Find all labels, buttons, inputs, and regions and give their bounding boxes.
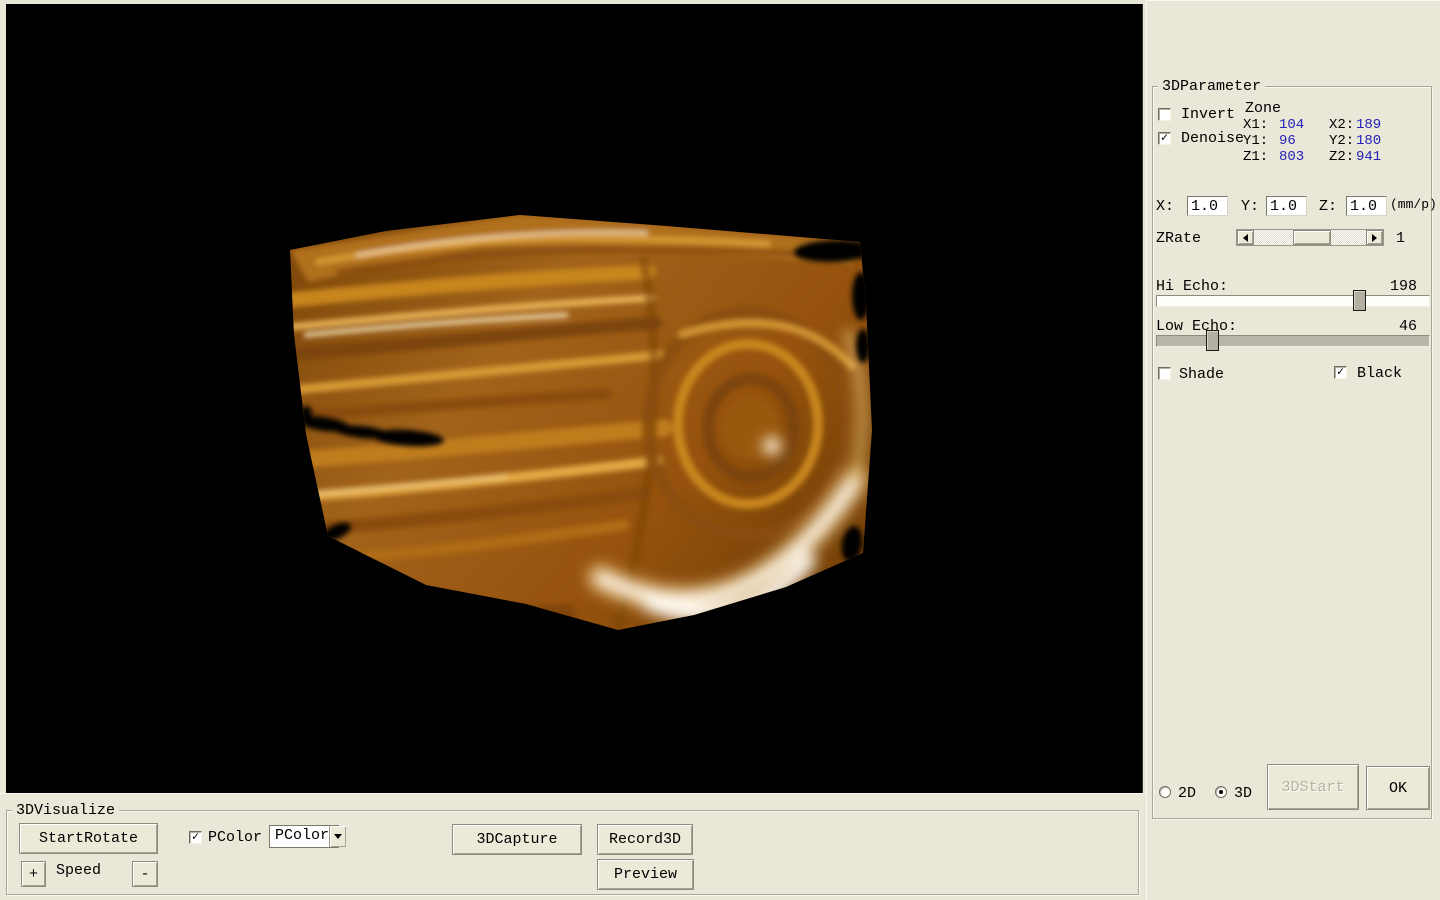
parameter-panel: 3DParameter Invert ✓ Denoise Zone X1: 10… <box>1146 0 1440 900</box>
zrate-scroll-right-button[interactable] <box>1366 230 1383 245</box>
low-echo-slider[interactable] <box>1156 335 1430 347</box>
3dstart-button[interactable]: 3DStart <box>1267 764 1359 810</box>
zrate-scrollbar-thumb[interactable] <box>1293 230 1331 245</box>
denoise-checkbox[interactable]: ✓ <box>1158 132 1171 145</box>
mode-2d-radio[interactable] <box>1159 786 1171 798</box>
pcolor-checkbox[interactable]: ✓ <box>189 831 202 844</box>
hi-echo-label: Hi Echo: <box>1156 278 1228 295</box>
black-checkbox[interactable]: ✓ <box>1334 366 1347 379</box>
3dvisualize-groupbox: 3DVisualize StartRotate ✓ PColor PColor … <box>6 810 1139 895</box>
check-icon: ✓ <box>1161 132 1168 144</box>
record3d-button[interactable]: Record3D <box>597 824 693 855</box>
zrate-label: ZRate <box>1156 230 1201 247</box>
zone-x1-label: X1: <box>1243 117 1268 133</box>
hi-echo-slider[interactable] <box>1156 295 1430 307</box>
ok-button[interactable]: OK <box>1366 766 1430 810</box>
arrow-right-icon <box>1372 234 1381 242</box>
invert-checkbox[interactable] <box>1158 108 1171 121</box>
radio-dot-icon <box>1219 790 1223 794</box>
pcolor-dropdown-value: PColor <box>270 826 329 847</box>
invert-label: Invert <box>1181 106 1235 123</box>
pcolor-dropdown[interactable]: PColor <box>269 825 339 848</box>
low-echo-slider-thumb[interactable] <box>1206 330 1219 351</box>
check-icon: ✓ <box>192 831 199 843</box>
speed-minus-button[interactable]: - <box>132 861 158 887</box>
zone-z1-value: 803 <box>1279 149 1304 165</box>
app-window: 3DParameter Invert ✓ Denoise Zone X1: 10… <box>0 0 1440 900</box>
arrow-left-icon <box>1239 234 1248 242</box>
zone-y2-label: Y2: <box>1329 133 1354 149</box>
3dcapture-button[interactable]: 3DCapture <box>452 824 582 855</box>
start-rotate-button[interactable]: StartRotate <box>19 823 158 854</box>
zone-z2-label: Z2: <box>1329 149 1354 165</box>
speed-label: Speed <box>56 862 101 879</box>
3d-viewport[interactable] <box>6 4 1143 793</box>
y-scale-input[interactable] <box>1266 196 1307 216</box>
z-scale-label: Z: <box>1319 198 1337 215</box>
zrate-scrollbar[interactable] <box>1236 229 1384 246</box>
mode-3d-radio[interactable] <box>1215 786 1227 798</box>
low-echo-label: Low Echo: <box>1156 318 1237 335</box>
3dparameter-groupbox: 3DParameter Invert ✓ Denoise Zone X1: 10… <box>1152 86 1432 819</box>
mode-2d-label: 2D <box>1178 785 1196 802</box>
zrate-value: 1 <box>1396 230 1405 247</box>
zone-label: Zone <box>1245 100 1281 117</box>
pcolor-label: PColor <box>208 829 262 846</box>
x-scale-label: X: <box>1156 198 1174 215</box>
zone-y2-value: 180 <box>1356 133 1381 149</box>
mode-3d-label: 3D <box>1234 785 1252 802</box>
volume-render-3d <box>6 4 1143 793</box>
hi-echo-value: 198 <box>1390 278 1417 295</box>
pcolor-dropdown-button[interactable] <box>329 826 346 847</box>
zone-z2-value: 941 <box>1356 149 1381 165</box>
zone-y1-value: 96 <box>1279 133 1296 149</box>
speed-plus-button[interactable]: + <box>21 861 46 887</box>
shade-label: Shade <box>1179 366 1224 383</box>
black-label: Black <box>1357 365 1402 382</box>
hi-echo-slider-thumb[interactable] <box>1353 290 1366 311</box>
zrate-scroll-left-button[interactable] <box>1237 230 1254 245</box>
x-scale-input[interactable] <box>1187 196 1228 216</box>
visualize-panel: 3DVisualize StartRotate ✓ PColor PColor … <box>0 793 1146 900</box>
low-echo-value: 46 <box>1399 318 1417 335</box>
preview-button[interactable]: Preview <box>597 859 694 890</box>
zone-x2-value: 189 <box>1356 117 1381 133</box>
y-scale-label: Y: <box>1241 198 1259 215</box>
scale-unit-label: (mm/p) <box>1390 197 1437 212</box>
denoise-label: Denoise <box>1181 130 1244 147</box>
zone-x1-value: 104 <box>1279 117 1304 133</box>
3dparameter-title: 3DParameter <box>1158 78 1265 95</box>
zone-x2-label: X2: <box>1329 117 1354 133</box>
chevron-down-icon <box>334 834 342 843</box>
z-scale-input[interactable] <box>1346 196 1387 216</box>
check-icon: ✓ <box>1337 366 1344 378</box>
shade-checkbox[interactable] <box>1158 367 1171 380</box>
zone-z1-label: Z1: <box>1243 149 1268 165</box>
3dvisualize-title: 3DVisualize <box>12 802 119 819</box>
zone-y1-label: Y1: <box>1243 133 1268 149</box>
